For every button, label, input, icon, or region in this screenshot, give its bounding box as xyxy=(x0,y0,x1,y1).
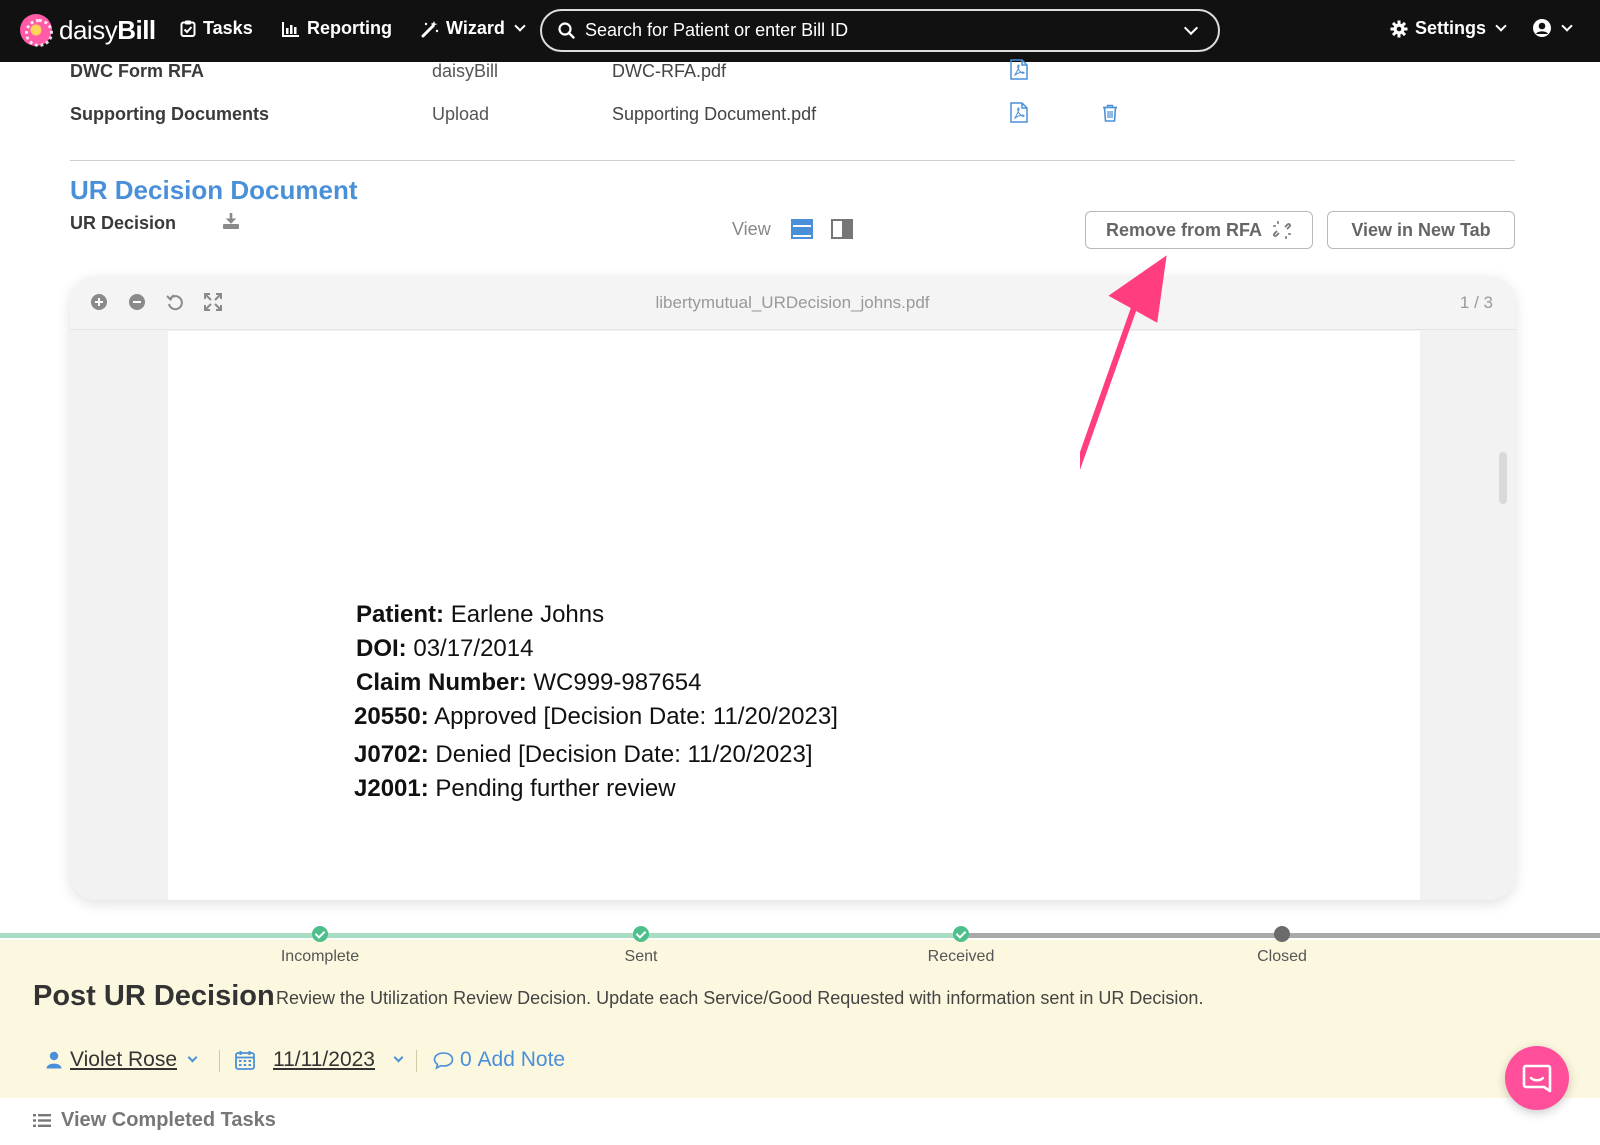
pdf-line: Patient: Earlene Johns xyxy=(356,601,605,628)
document-row: Supporting Documents Upload Supporting D… xyxy=(70,102,1520,134)
due-date-selector[interactable]: 11/11/2023 xyxy=(235,1048,404,1072)
tasks-icon xyxy=(180,20,196,37)
document-row: DWC Form RFA daisyBill DWC-RFA.pdf xyxy=(70,59,1520,91)
remove-from-rfa-label: Remove from RFA xyxy=(1105,219,1263,240)
progress-step-dot xyxy=(633,926,649,942)
view-split-icon[interactable] xyxy=(831,219,853,239)
nav-wizard[interactable]: Wizard xyxy=(421,18,526,39)
divider xyxy=(219,1050,220,1072)
progress-step-label: Incomplete xyxy=(280,948,360,965)
chevron-down-icon xyxy=(514,20,526,32)
divider xyxy=(416,1050,417,1072)
calendar-icon xyxy=(235,1051,255,1070)
list-icon xyxy=(33,1114,51,1127)
chevron-down-icon xyxy=(1495,20,1507,32)
remove-from-rfa-button[interactable]: Remove from RFA xyxy=(1085,211,1313,249)
pdf-line: 20550: Approved [Decision Date: 11/20/20… xyxy=(354,703,838,730)
search-input[interactable] xyxy=(585,20,1175,41)
search-icon xyxy=(558,22,575,39)
reporting-icon xyxy=(282,21,299,37)
progress-step-label: Sent xyxy=(624,948,658,965)
trash-icon[interactable] xyxy=(1102,104,1118,122)
view-completed-tasks-link[interactable]: View Completed Tasks xyxy=(33,1109,276,1132)
view-completed-tasks-label: View Completed Tasks xyxy=(61,1109,276,1131)
user-circle-icon xyxy=(1533,19,1551,37)
task-panel: Post UR Decision Review the Utilization … xyxy=(0,940,1600,1098)
pdf-line: J2001: Pending further review xyxy=(354,775,676,802)
nav-tasks[interactable]: Tasks xyxy=(180,18,253,39)
top-navbar: daisyBill Tasks Reporting Wizard Setting… xyxy=(0,0,1600,62)
document-file: Supporting Document.pdf xyxy=(612,104,817,124)
nav-wizard-label: Wizard xyxy=(446,18,505,38)
pdf-toolbar: libertymutual_URDecision_johns.pdf 1 / 3 xyxy=(70,276,1515,330)
assignee-selector[interactable]: Violet Rose xyxy=(46,1048,198,1072)
download-icon[interactable] xyxy=(222,212,240,230)
pdf-page: Patient: Earlene Johns DOI: 03/17/2014 C… xyxy=(168,331,1420,900)
brand-logo[interactable]: daisyBill xyxy=(20,14,156,47)
nav-reporting-label: Reporting xyxy=(307,18,392,38)
daisy-icon xyxy=(20,14,53,47)
pdf-scrollbar[interactable] xyxy=(1499,452,1507,504)
gear-icon xyxy=(1390,20,1408,37)
add-note-link[interactable]: 0 Add Note xyxy=(433,1048,565,1072)
pdf-line: J0702: Denied [Decision Date: 11/20/2023… xyxy=(354,741,813,768)
chevron-down-icon xyxy=(393,1052,404,1063)
progress-complete-track xyxy=(0,933,961,938)
view-label: View xyxy=(732,219,771,239)
status-progress xyxy=(0,933,1600,938)
section-title: UR Decision Document xyxy=(70,175,358,205)
view-in-new-tab-label: View in New Tab xyxy=(1351,219,1491,240)
search-dropdown-chevron-icon[interactable] xyxy=(1183,20,1199,36)
document-name: DWC Form RFA xyxy=(70,61,204,81)
note-count: 0 xyxy=(460,1048,472,1071)
progress-step-dot xyxy=(1274,926,1290,942)
pdf-line: DOI: 03/17/2014 xyxy=(356,635,534,662)
pdf-filename: libertymutual_URDecision_johns.pdf xyxy=(655,293,930,312)
progress-step-dot xyxy=(953,926,969,942)
pdf-viewer: libertymutual_URDecision_johns.pdf 1 / 3… xyxy=(70,276,1515,900)
nav-settings[interactable]: Settings xyxy=(1390,18,1507,39)
section-divider xyxy=(70,160,1515,161)
document-source: daisyBill xyxy=(432,61,499,81)
progress-step-dot xyxy=(312,926,328,942)
chat-launcher-button[interactable] xyxy=(1505,1046,1569,1110)
patient-search[interactable] xyxy=(540,9,1220,52)
pdf-line: Claim Number: WC999-987654 xyxy=(356,669,702,696)
task-description: Review the Utilization Review Decision. … xyxy=(276,988,1204,1008)
nav-settings-label: Settings xyxy=(1415,18,1487,38)
comment-icon xyxy=(433,1051,454,1070)
document-file: DWC-RFA.pdf xyxy=(612,61,727,81)
user-icon xyxy=(46,1051,62,1069)
brand-name: daisyBill xyxy=(59,14,156,45)
progress-step-label: Received xyxy=(927,948,995,965)
document-name: Supporting Documents xyxy=(70,104,269,124)
nav-reporting[interactable]: Reporting xyxy=(282,18,392,39)
view-in-new-tab-button[interactable]: View in New Tab xyxy=(1327,211,1515,249)
document-source: Upload xyxy=(432,104,490,124)
chat-icon xyxy=(1522,1064,1552,1093)
page-indicator: 1 / 3 xyxy=(1459,293,1493,312)
due-date: 11/11/2023 xyxy=(273,1048,375,1071)
task-title: Post UR Decision xyxy=(33,980,275,1012)
progress-step-label: Closed xyxy=(1257,948,1307,965)
chevron-down-icon xyxy=(187,1052,198,1063)
assignee-name: Violet Rose xyxy=(70,1048,178,1071)
wizard-icon xyxy=(421,20,439,37)
pdf-icon[interactable] xyxy=(1010,102,1028,123)
chevron-down-icon xyxy=(1561,19,1573,32)
nav-tasks-label: Tasks xyxy=(203,18,253,38)
ur-decision-label: UR Decision xyxy=(70,213,177,233)
nav-user-menu[interactable] xyxy=(1532,18,1573,38)
view-horizontal-icon[interactable] xyxy=(791,219,813,239)
add-note-label: Add Note xyxy=(477,1048,566,1071)
pdf-icon[interactable] xyxy=(1010,59,1028,80)
unlink-icon xyxy=(1273,221,1292,239)
